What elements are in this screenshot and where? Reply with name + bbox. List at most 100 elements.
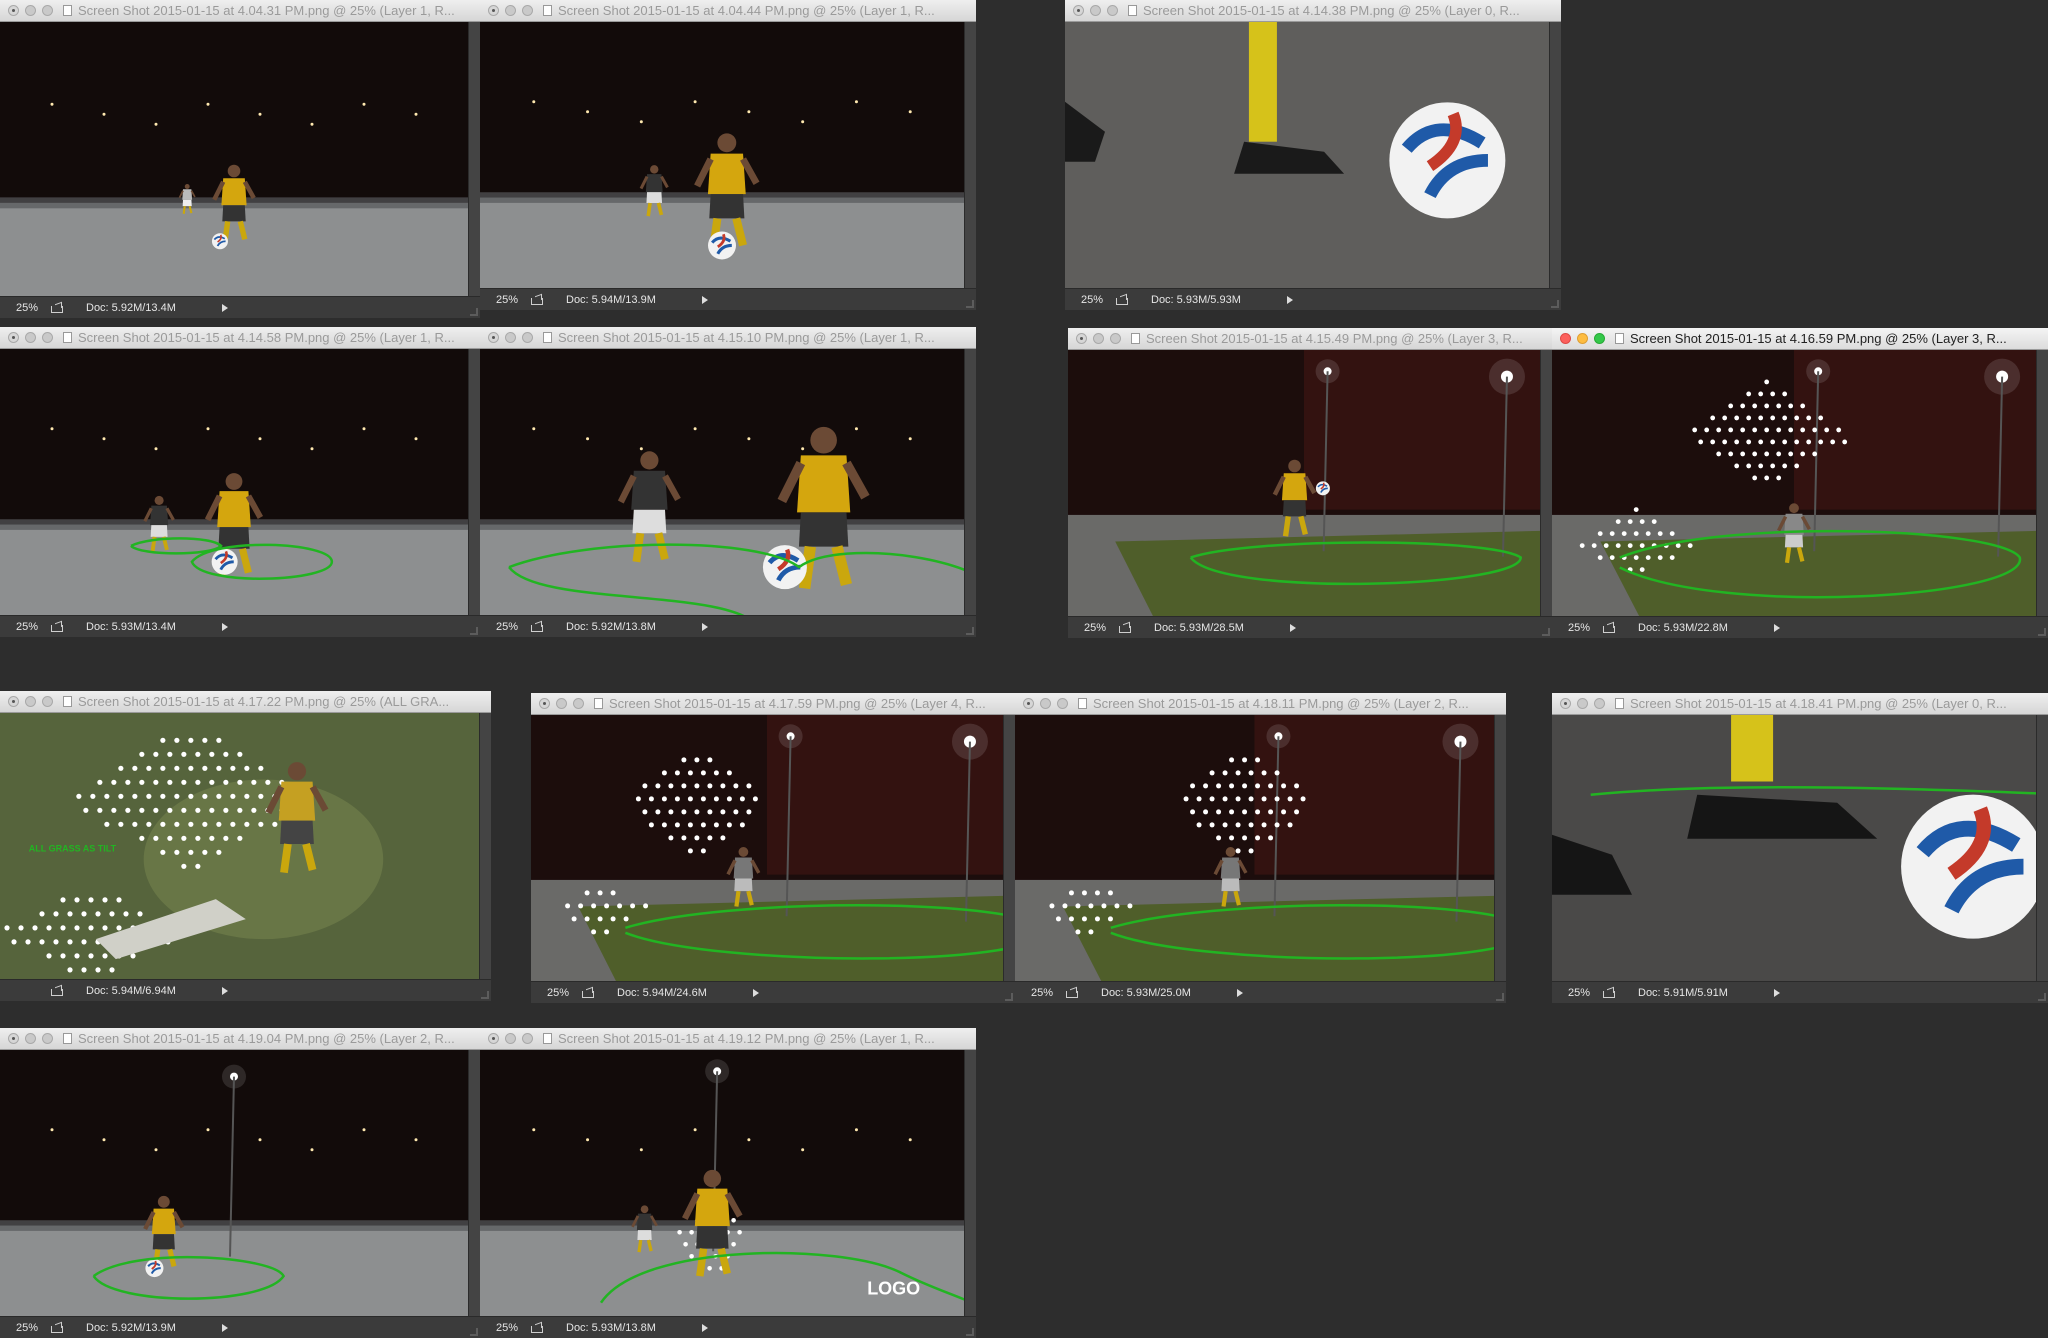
window-titlebar[interactable]: Screen Shot 2015-01-15 at 4.17.59 PM.png…: [531, 693, 1015, 715]
minimize-button[interactable]: [556, 698, 567, 709]
close-button[interactable]: [8, 1033, 19, 1044]
zoom-button[interactable]: [1057, 698, 1068, 709]
zoom-button[interactable]: [1110, 333, 1121, 344]
zoom-level[interactable]: 25%: [0, 302, 50, 314]
document-window[interactable]: Screen Shot 2015-01-15 at 4.16.59 PM.png…: [1552, 328, 2048, 638]
close-button[interactable]: [8, 5, 19, 16]
zoom-level[interactable]: 25%: [480, 294, 530, 306]
resize-grip-icon[interactable]: [1551, 300, 1559, 308]
minimize-button[interactable]: [1093, 333, 1104, 344]
minimize-button[interactable]: [1577, 698, 1588, 709]
info-arrow-icon[interactable]: [753, 988, 759, 997]
zoom-button[interactable]: [42, 5, 53, 16]
zoom-button[interactable]: [42, 696, 53, 707]
share-icon[interactable]: [50, 1323, 64, 1333]
window-titlebar[interactable]: Screen Shot 2015-01-15 at 4.16.59 PM.png…: [1552, 328, 2048, 350]
zoom-button[interactable]: [573, 698, 584, 709]
minimize-button[interactable]: [25, 1033, 36, 1044]
minimize-button[interactable]: [25, 332, 36, 343]
close-button[interactable]: [1023, 698, 1034, 709]
zoom-level[interactable]: 25%: [480, 1322, 530, 1334]
resize-grip-icon[interactable]: [481, 991, 489, 999]
window-titlebar[interactable]: Screen Shot 2015-01-15 at 4.19.12 PM.png…: [480, 1028, 976, 1050]
share-icon[interactable]: [530, 1323, 544, 1333]
zoom-level[interactable]: 25%: [1015, 987, 1065, 999]
image-canvas[interactable]: [1552, 715, 2036, 981]
zoom-button[interactable]: [42, 1033, 53, 1044]
window-titlebar[interactable]: Screen Shot 2015-01-15 at 4.15.10 PM.png…: [480, 327, 976, 349]
window-titlebar[interactable]: Screen Shot 2015-01-15 at 4.04.44 PM.png…: [480, 0, 976, 22]
document-window[interactable]: Screen Shot 2015-01-15 at 4.17.22 PM.png…: [0, 691, 491, 1001]
document-window[interactable]: Screen Shot 2015-01-15 at 4.18.11 PM.png…: [1015, 693, 1506, 1003]
window-titlebar[interactable]: Screen Shot 2015-01-15 at 4.14.38 PM.png…: [1065, 0, 1561, 22]
document-window[interactable]: Screen Shot 2015-01-15 at 4.14.58 PM.png…: [0, 327, 480, 637]
minimize-button[interactable]: [1040, 698, 1051, 709]
info-arrow-icon[interactable]: [702, 1323, 708, 1332]
info-arrow-icon[interactable]: [1774, 623, 1780, 632]
image-canvas[interactable]: [0, 1050, 468, 1316]
resize-grip-icon[interactable]: [1496, 993, 1504, 1001]
resize-grip-icon[interactable]: [1542, 628, 1550, 636]
info-arrow-icon[interactable]: [1774, 988, 1780, 997]
close-button[interactable]: [1560, 698, 1571, 709]
image-canvas[interactable]: [1552, 350, 2036, 616]
resize-grip-icon[interactable]: [470, 627, 478, 635]
vertical-scrollbar[interactable]: [964, 22, 976, 288]
vertical-scrollbar[interactable]: [1540, 350, 1552, 616]
minimize-button[interactable]: [1577, 333, 1588, 344]
zoom-button[interactable]: [522, 5, 533, 16]
vertical-scrollbar[interactable]: [468, 22, 480, 296]
image-canvas[interactable]: [0, 22, 468, 296]
image-canvas[interactable]: [480, 349, 964, 615]
zoom-level[interactable]: 25%: [1068, 622, 1118, 634]
resize-grip-icon[interactable]: [2038, 628, 2046, 636]
close-button[interactable]: [539, 698, 550, 709]
close-button[interactable]: [8, 696, 19, 707]
info-arrow-icon[interactable]: [222, 622, 228, 631]
close-button[interactable]: [488, 332, 499, 343]
zoom-button[interactable]: [522, 1033, 533, 1044]
image-canvas[interactable]: [531, 715, 1003, 981]
share-icon[interactable]: [581, 988, 595, 998]
document-window[interactable]: Screen Shot 2015-01-15 at 4.15.49 PM.png…: [1068, 328, 1552, 638]
image-canvas[interactable]: [480, 22, 964, 288]
share-icon[interactable]: [50, 303, 64, 313]
window-titlebar[interactable]: Screen Shot 2015-01-15 at 4.18.41 PM.png…: [1552, 693, 2048, 715]
image-canvas[interactable]: ALL GRASS AS TILT: [0, 713, 479, 979]
resize-grip-icon[interactable]: [470, 308, 478, 316]
document-window[interactable]: Screen Shot 2015-01-15 at 4.04.44 PM.png…: [480, 0, 976, 310]
share-icon[interactable]: [530, 622, 544, 632]
minimize-button[interactable]: [505, 5, 516, 16]
vertical-scrollbar[interactable]: [2036, 350, 2048, 616]
close-button[interactable]: [1073, 5, 1084, 16]
vertical-scrollbar[interactable]: [1549, 22, 1561, 288]
minimize-button[interactable]: [505, 1033, 516, 1044]
zoom-level[interactable]: 25%: [0, 1322, 50, 1334]
vertical-scrollbar[interactable]: [1003, 715, 1015, 981]
minimize-button[interactable]: [505, 332, 516, 343]
vertical-scrollbar[interactable]: [2036, 715, 2048, 981]
image-canvas[interactable]: [0, 349, 468, 615]
share-icon[interactable]: [50, 986, 64, 996]
document-window[interactable]: Screen Shot 2015-01-15 at 4.19.04 PM.png…: [0, 1028, 480, 1338]
resize-grip-icon[interactable]: [2038, 993, 2046, 1001]
window-titlebar[interactable]: Screen Shot 2015-01-15 at 4.04.31 PM.png…: [0, 0, 480, 22]
image-canvas[interactable]: LOGO: [480, 1050, 964, 1316]
resize-grip-icon[interactable]: [966, 300, 974, 308]
share-icon[interactable]: [1118, 623, 1132, 633]
document-window[interactable]: Screen Shot 2015-01-15 at 4.14.38 PM.png…: [1065, 0, 1561, 310]
zoom-level[interactable]: 25%: [1065, 294, 1115, 306]
close-button[interactable]: [8, 332, 19, 343]
zoom-button[interactable]: [522, 332, 533, 343]
close-button[interactable]: [488, 1033, 499, 1044]
share-icon[interactable]: [1602, 988, 1616, 998]
resize-grip-icon[interactable]: [966, 1328, 974, 1336]
close-button[interactable]: [488, 5, 499, 16]
info-arrow-icon[interactable]: [1290, 623, 1296, 632]
vertical-scrollbar[interactable]: [964, 1050, 976, 1316]
zoom-button[interactable]: [1107, 5, 1118, 16]
share-icon[interactable]: [50, 622, 64, 632]
info-arrow-icon[interactable]: [1287, 295, 1293, 304]
info-arrow-icon[interactable]: [222, 986, 228, 995]
document-window[interactable]: Screen Shot 2015-01-15 at 4.18.41 PM.png…: [1552, 693, 2048, 1003]
